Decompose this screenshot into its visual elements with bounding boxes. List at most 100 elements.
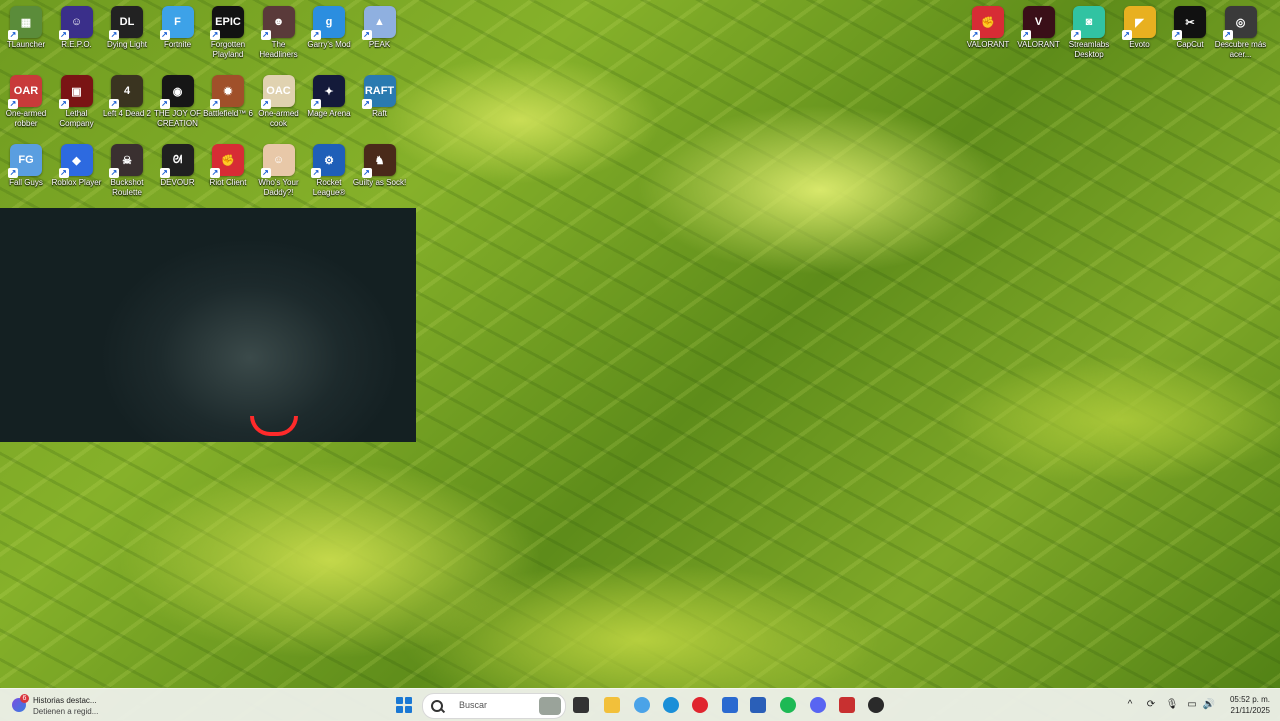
shortcut-arrow-icon: ↗: [361, 168, 372, 178]
shortcut-label: THE JOY OF CREATION: [154, 109, 201, 128]
chevron-up-icon[interactable]: ^: [1124, 698, 1136, 710]
shortcut-arrow-icon: ↗: [1172, 30, 1182, 40]
shortcut-label: Forgotten Playland: [210, 40, 246, 59]
desktop-shortcut[interactable]: ☺ ↗ R.E.P.O.: [52, 2, 102, 68]
network-icon[interactable]: ▭: [1186, 698, 1198, 710]
shortcut-arrow-icon: ↗: [260, 168, 271, 178]
roblox-icon: ◆ ↗: [58, 144, 93, 178]
shortcut-label: DEVOUR: [160, 178, 195, 187]
widget-subtitle: Detienen a regid...: [33, 707, 99, 716]
shortcut-arrow-icon: ↗: [8, 30, 18, 40]
shortcut-label: Evoto: [1129, 40, 1150, 49]
volume-icon[interactable]: 🔊: [1203, 698, 1215, 710]
desktop-shortcut[interactable]: OAC ↗ One-armed cook: [254, 71, 304, 137]
shortcut-arrow-icon: ↗: [1121, 30, 1132, 40]
shortcut-arrow-icon: ↗: [1222, 30, 1233, 40]
desktop-shortcut[interactable]: DL ↗ Dying Light: [102, 2, 152, 68]
shortcut-arrow-icon: ↗: [58, 30, 69, 40]
desktop-shortcut[interactable]: ▲ ↗ PEAK: [355, 2, 405, 68]
desktop-shortcut[interactable]: ♞ ↗ Guilty as Sock!: [353, 140, 406, 206]
left4dead2-icon: 4 ↗: [109, 75, 143, 109]
one-armed-cook-icon: OAC ↗: [260, 75, 295, 109]
desktop-shortcut[interactable]: EPIC ↗ Forgotten Playland: [203, 2, 253, 68]
shortcut-arrow-icon: ↗: [970, 30, 980, 40]
store-taskbar-button[interactable]: [719, 694, 741, 716]
desktop-shortcut[interactable]: 4 ↗ Left 4 Dead 2: [102, 71, 152, 137]
search-box[interactable]: Buscar: [422, 693, 566, 719]
desktop-shortcut[interactable]: FG ↗ Fall Guys: [1, 140, 51, 206]
microphone-icon[interactable]: 🎙: [1166, 698, 1179, 710]
desktop-shortcut[interactable]: ⚙ ↗ Rocket League®: [304, 140, 354, 206]
epic-games-icon: EPIC ↗: [210, 6, 244, 40]
desktop-shortcut[interactable]: ✊ ↗ Riot Client: [203, 140, 253, 206]
word-taskbar-button[interactable]: [747, 694, 769, 716]
shortcut-label: Raft: [372, 109, 387, 118]
desktop-shortcut[interactable]: ▦ ↗ TLauncher: [1, 2, 51, 68]
desktop-shortcut[interactable]: g ↗ Garry's Mod: [304, 2, 354, 68]
desktop-shortcut[interactable]: F ↗ Fortnite: [153, 2, 203, 68]
shortcut-label: Fall Guys: [9, 178, 43, 187]
shortcut-label: Battlefield™ 6: [203, 109, 253, 118]
battlefield-icon: ✹ ↗: [210, 75, 244, 109]
desktop-shortcut[interactable]: ☻ ↗ The Headliners: [254, 2, 304, 68]
fall-guys-icon: FG ↗: [8, 144, 42, 178]
desktop-shortcut[interactable]: ◙ ↗ Streamlabs Desktop: [1064, 2, 1114, 68]
desktop-shortcut[interactable]: ◉ ↗ THE JOY OF CREATION: [153, 71, 203, 137]
rocket-league-icon: ⚙ ↗: [311, 144, 345, 178]
shortcut-label: TLauncher: [6, 40, 46, 49]
shortcut-label: CapCut: [1176, 40, 1204, 49]
desktop-shortcut[interactable]: OAR ↗ One-armed robber: [1, 71, 51, 137]
desktop-shortcut[interactable]: ◤ ↗ Evoto: [1115, 2, 1165, 68]
news-widget[interactable]: 6 Historias destac... Detienen a regid..…: [10, 693, 130, 717]
valorant-icon: V ↗: [1020, 6, 1055, 40]
repo-icon: ☺ ↗: [58, 6, 93, 40]
clock-time: 05:52 p. m.: [1229, 695, 1270, 704]
opera-taskbar-button[interactable]: [689, 694, 711, 716]
desktop-shortcut[interactable]: ☺ ↗ Who's Your Daddy?!: [254, 140, 304, 206]
obs-icon: [868, 697, 884, 713]
start-button[interactable]: [393, 694, 415, 716]
shortcut-label: Rocket League®: [312, 178, 346, 197]
shortcut-arrow-icon: ↗: [58, 99, 69, 109]
desktop-shortcut[interactable]: ᘛ ↗ DEVOUR: [153, 140, 203, 206]
shortcut-arrow-icon: ↗: [260, 30, 271, 40]
shortcut-label: Garry's Mod: [307, 40, 351, 49]
clock[interactable]: 05:52 p. m. 21/11/2025: [1220, 694, 1270, 716]
desktop-shortcut[interactable]: V ↗ VALORANT: [1014, 2, 1064, 68]
riot-client-icon: ✊ ↗: [210, 144, 244, 178]
video-editor-taskbar-button[interactable]: [836, 694, 858, 716]
desktop-shortcut[interactable]: ✦ ↗ Mage Arena: [304, 71, 354, 137]
desktop-shortcut[interactable]: ✊ ↗ VALORANT: [963, 2, 1013, 68]
edge-taskbar-button[interactable]: [660, 694, 682, 716]
acer-discover-icon: ◎ ↗: [1222, 6, 1257, 40]
obs-taskbar-button[interactable]: [865, 694, 887, 716]
copilot-taskbar-button[interactable]: [631, 694, 653, 716]
desktop-shortcut[interactable]: ☠ ↗ Buckshot Roulette: [102, 140, 152, 206]
shortcut-label: Roblox Player: [51, 178, 102, 187]
shortcut-arrow-icon: ↗: [8, 168, 18, 178]
discord-taskbar-button[interactable]: [807, 694, 829, 716]
capcut-icon: ✂ ↗: [1172, 6, 1206, 40]
task-view-taskbar-button[interactable]: [570, 694, 592, 716]
shortcut-arrow-icon: ↗: [109, 168, 119, 178]
opera-icon: [692, 697, 708, 713]
spotify-taskbar-button[interactable]: [777, 694, 799, 716]
desktop-shortcut[interactable]: ◎ ↗ Descubre más acer...: [1215, 2, 1266, 68]
whos-your-daddy-icon: ☺ ↗: [260, 144, 295, 178]
file-explorer-taskbar-button[interactable]: [601, 694, 623, 716]
peak-icon: ▲ ↗: [361, 6, 396, 40]
shortcut-arrow-icon: ↗: [210, 168, 220, 178]
desktop-shortcut[interactable]: ◆ ↗ Roblox Player: [52, 140, 102, 206]
shortcut-arrow-icon: ↗: [1020, 30, 1031, 40]
desktop-shortcut[interactable]: ✂ ↗ CapCut: [1165, 2, 1215, 68]
desktop-shortcut[interactable]: RAFT ↗ Raft: [355, 71, 405, 137]
shortcut-arrow-icon: ↗: [210, 30, 220, 40]
sync-icon[interactable]: ⟳: [1145, 698, 1157, 710]
dying-light-icon: DL ↗: [109, 6, 143, 40]
riot-valorant-icon: ✊ ↗: [970, 6, 1004, 40]
desktop-shortcut[interactable]: ▣ ↗ Lethal Company: [52, 71, 102, 137]
joy-of-creation-icon: ◉ ↗: [159, 75, 194, 109]
spotify-icon: [780, 697, 796, 713]
shortcut-arrow-icon: ↗: [8, 99, 18, 109]
desktop-shortcut[interactable]: ✹ ↗ Battlefield™ 6: [203, 71, 253, 137]
